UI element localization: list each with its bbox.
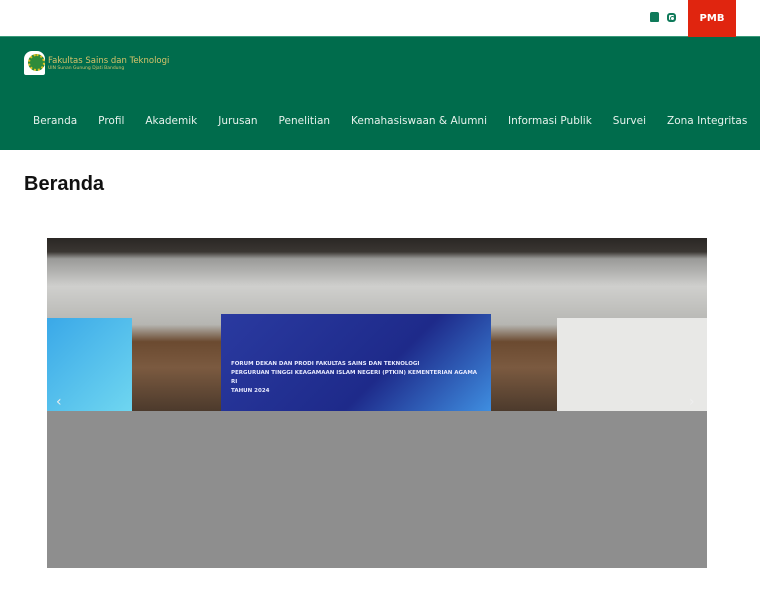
- pmb-button[interactable]: PMB: [688, 0, 736, 37]
- logo-title: Fakultas Sains dan Teknologi: [48, 55, 170, 66]
- nav-akademik[interactable]: Akademik: [145, 115, 197, 127]
- image-slider: FORUM DEKAN DAN PRODI FAKULTAS SAINS DAN…: [47, 238, 707, 568]
- nav-profil[interactable]: Profil: [98, 115, 124, 127]
- main-nav: Beranda Profil Akademik Jurusan Peneliti…: [33, 115, 760, 127]
- slider-next-button[interactable]: ›: [689, 394, 695, 410]
- nav-beranda[interactable]: Beranda: [33, 115, 77, 127]
- uin-emblem-icon: [24, 51, 45, 75]
- logo-subtitle: UIN Sunan Gunung Djati Bandung: [48, 65, 125, 71]
- nav-penelitian[interactable]: Penelitian: [279, 115, 331, 127]
- banner-line: FORUM DEKAN DAN PRODI FAKULTAS SAINS DAN…: [231, 361, 420, 367]
- projector-screen-right: [557, 318, 707, 411]
- slide-photo: FORUM DEKAN DAN PRODI FAKULTAS SAINS DAN…: [47, 238, 707, 411]
- social-links: [650, 12, 676, 22]
- nav-survei[interactable]: Survei: [613, 115, 646, 127]
- page-title: Beranda: [24, 173, 105, 195]
- top-bar: PMB: [0, 0, 760, 37]
- youtube-icon[interactable]: [650, 12, 659, 22]
- main-header: Fakultas Sains dan Teknologi UIN Sunan G…: [0, 37, 760, 150]
- nav-kemahasiswaan[interactable]: Kemahasiswaan & Alumni: [351, 115, 487, 127]
- nav-informasi-publik[interactable]: Informasi Publik: [508, 115, 592, 127]
- event-banner: FORUM DEKAN DAN PRODI FAKULTAS SAINS DAN…: [221, 314, 491, 411]
- instagram-icon[interactable]: [667, 13, 676, 22]
- site-logo[interactable]: Fakultas Sains dan Teknologi UIN Sunan G…: [24, 51, 169, 75]
- banner-line: PERGURUAN TINGGI KEAGAMAAN ISLAM NEGERI …: [231, 370, 478, 385]
- nav-jurusan[interactable]: Jurusan: [218, 115, 257, 127]
- banner-line: TAHUN 2024: [231, 388, 270, 394]
- slider-prev-button[interactable]: ‹: [56, 394, 62, 410]
- nav-zona-integritas[interactable]: Zona Integritas: [667, 115, 747, 127]
